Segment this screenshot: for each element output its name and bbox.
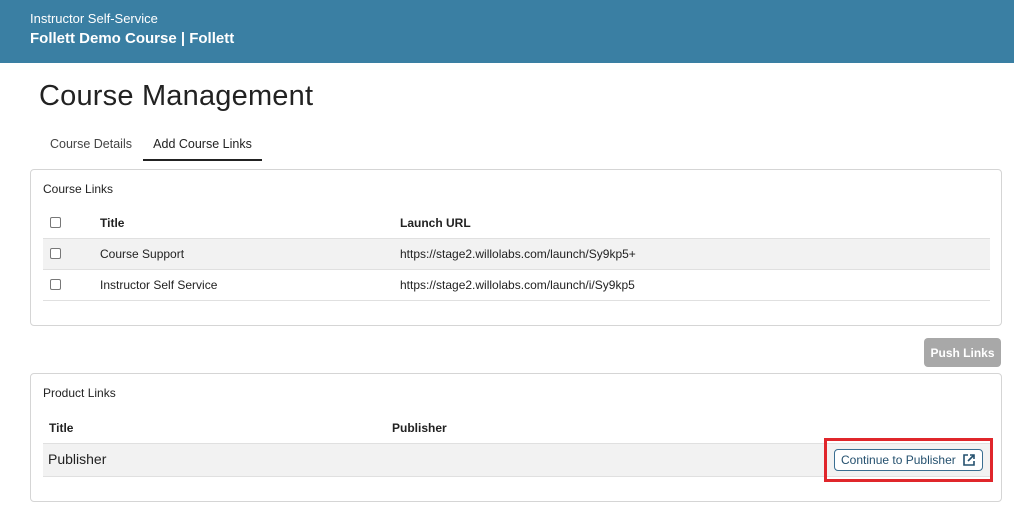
column-header-launch-url: Launch URL bbox=[400, 216, 471, 230]
continue-to-publisher-label: Continue to Publisher bbox=[841, 453, 956, 467]
product-title: Publisher bbox=[48, 451, 107, 467]
row-checkbox[interactable] bbox=[50, 279, 61, 290]
external-link-icon bbox=[963, 454, 975, 466]
push-links-button[interactable]: Push Links bbox=[924, 338, 1001, 367]
column-header-title: Title bbox=[100, 216, 125, 230]
table-row: Course Support https://stage2.willolabs.… bbox=[43, 239, 990, 270]
header-course-title: Follett Demo Course | Follett bbox=[30, 30, 235, 47]
table-header-row: Title Launch URL bbox=[43, 208, 990, 239]
app-header: Instructor Self-Service Follett Demo Cou… bbox=[0, 0, 1014, 63]
launch-url: https://stage2.willolabs.com/launch/i/Sy… bbox=[400, 278, 635, 292]
continue-to-publisher-button[interactable]: Continue to Publisher bbox=[834, 449, 983, 471]
column-header-publisher: Publisher bbox=[392, 421, 447, 435]
link-title: Course Support bbox=[100, 247, 185, 261]
product-links-title: Product Links bbox=[43, 386, 116, 400]
row-checkbox[interactable] bbox=[50, 248, 61, 259]
table-row: Instructor Self Service https://stage2.w… bbox=[43, 270, 990, 301]
tab-add-course-links[interactable]: Add Course Links bbox=[143, 131, 262, 161]
tab-course-details[interactable]: Course Details bbox=[40, 131, 142, 161]
select-all-checkbox[interactable] bbox=[50, 217, 61, 228]
course-links-title: Course Links bbox=[43, 182, 114, 196]
link-title: Instructor Self Service bbox=[100, 278, 218, 292]
launch-url: https://stage2.willolabs.com/launch/Sy9k… bbox=[400, 247, 636, 261]
page-title: Course Management bbox=[39, 80, 314, 112]
course-links-panel: Course Links Title Launch URL Course Sup… bbox=[30, 169, 1002, 326]
header-subtitle: Instructor Self-Service bbox=[30, 11, 158, 26]
column-header-title: Title bbox=[49, 421, 74, 435]
